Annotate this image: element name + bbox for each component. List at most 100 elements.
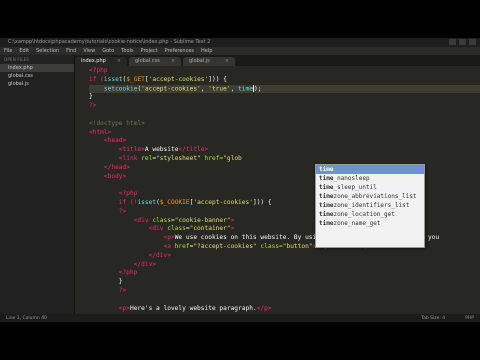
autocomplete-item[interactable]: timezone_identifiers_list <box>316 201 424 210</box>
code-token: A website <box>144 146 179 154</box>
code-line: </div> <box>89 252 480 261</box>
code-token: <a <box>89 242 175 250</box>
tab-close-icon[interactable]: × <box>117 57 121 66</box>
menu-project[interactable]: Project <box>141 47 158 55</box>
code-token: 'true' <box>208 85 231 93</box>
code-token: , <box>230 85 239 93</box>
code-line: <?php <box>89 67 480 76</box>
menu-edit[interactable]: Edit <box>19 47 29 55</box>
code-token: ); <box>253 85 262 93</box>
autocomplete-item[interactable]: timezone_abbreviations_list <box>316 192 424 201</box>
autocomplete-item[interactable]: time_nanosleep <box>316 174 424 183</box>
minimize-button[interactable] <box>449 39 456 45</box>
menu-help[interactable]: Help <box>201 47 212 55</box>
code-token: ])) { <box>208 75 227 83</box>
code-token: $_COOKIE <box>159 198 190 206</box>
video-letterbox-top <box>0 0 480 38</box>
sidebar: OPEN FILES index.php global.css global.j… <box>0 55 75 314</box>
code-token: if ( <box>89 75 104 83</box>
code-token: href= <box>200 154 224 162</box>
code-token: "cookie-banner" <box>174 216 231 224</box>
code-token: </p> <box>256 304 272 312</box>
code-line-current: setcookie('accept-cookies', 'true', time… <box>89 84 480 94</box>
code-token: if (! <box>89 198 138 206</box>
window-title: C:\xampp\htdocs\phpacademy\tutorials\coo… <box>8 39 211 45</box>
code-token: <div <box>89 216 153 224</box>
code-token: 'accept-cookies' <box>193 198 253 206</box>
code-token: Here's a lovely website paragraph. <box>129 304 257 312</box>
sidebar-file-global-css[interactable]: global.css <box>0 72 74 80</box>
autocomplete-item[interactable]: time <box>316 165 424 174</box>
code-token: class= <box>256 242 283 250</box>
code-token: "glob <box>223 154 242 162</box>
code-token: <?php <box>89 67 108 74</box>
menu-preferences[interactable]: Preferences <box>165 47 194 55</box>
menu-tools[interactable]: Tools <box>121 47 133 55</box>
tab-global-css[interactable]: global.css × <box>129 57 181 66</box>
code-line: <title>A website</title> <box>89 146 480 155</box>
code-token: > <box>230 225 235 233</box>
title-bar: C:\xampp\htdocs\phpacademy\tutorials\coo… <box>0 38 480 47</box>
code-token: setcookie <box>103 85 138 93</box>
code-line: ?> <box>89 287 480 296</box>
autocomplete-popup[interactable]: time time_nanosleep time_sleep_until tim… <box>315 164 425 248</box>
code-token: <?php <box>89 190 138 198</box>
menu-file[interactable]: File <box>4 47 12 55</box>
close-button[interactable] <box>469 39 476 45</box>
tab-label: global.js <box>189 58 210 64</box>
tab-label: global.css <box>135 58 160 64</box>
code-line: </div> <box>89 261 480 270</box>
code-token: ?> <box>89 207 127 215</box>
code-line: ?> <box>89 102 480 111</box>
cursor-position: Line 3, Column 40 <box>6 315 47 321</box>
tab-bar: index.php × global.css × global.js × <box>75 55 480 66</box>
code-token: href <box>174 242 190 250</box>
code-token: ?> <box>89 102 97 110</box>
sidebar-file-global-js[interactable]: global.js <box>0 80 74 88</box>
code-token: 'accept-cookies' <box>141 85 201 93</box>
menu-selection[interactable]: Selection <box>36 47 59 55</box>
menu-bar: File Edit Selection Find View Goto Tools… <box>0 47 480 55</box>
code-line: } <box>89 278 480 287</box>
code-token: <p> <box>89 304 130 312</box>
code-token: } <box>89 93 93 101</box>
sidebar-file-index[interactable]: index.php <box>0 64 74 72</box>
code-token: </title> <box>178 146 209 154</box>
code-token: "stylesheet" <box>156 154 201 162</box>
menu-view[interactable]: View <box>83 47 95 55</box>
code-token: ])) { <box>252 198 272 206</box>
status-bar: Line 3, Column 40 Tab Size: 4 PHP <box>0 314 480 322</box>
tab-close-icon[interactable]: × <box>171 57 175 66</box>
code-token: </div> <box>89 260 157 268</box>
menu-find[interactable]: Find <box>66 47 76 55</box>
code-token: time <box>238 85 253 93</box>
window-controls <box>449 39 476 45</box>
code-token: <head> <box>89 137 127 145</box>
tab-index-php[interactable]: index.php × <box>75 57 127 66</box>
code-line: <head> <box>89 137 480 146</box>
code-token: "button" <box>282 242 313 250</box>
tab-label: index.php <box>81 58 106 64</box>
code-token: > <box>230 216 235 224</box>
code-editor[interactable]: <?php if (isset($_GET['accept-cookies'])… <box>75 66 480 314</box>
syntax-indicator[interactable]: PHP <box>465 316 474 321</box>
code-token: class <box>152 216 171 224</box>
tab-global-js[interactable]: global.js × <box>183 57 235 66</box>
code-line: <p>Here's a lovely website paragraph.</p… <box>89 305 480 314</box>
maximize-button[interactable] <box>459 39 466 45</box>
tab-close-icon[interactable]: × <box>225 57 229 66</box>
autocomplete-item[interactable]: time_sleep_until <box>316 183 424 192</box>
autocomplete-item[interactable]: timezone_name_get <box>316 219 424 228</box>
sublime-text-window: C:\xampp\htdocs\phpacademy\tutorials\coo… <box>0 38 480 322</box>
code-token: </div> <box>89 251 171 259</box>
tab-size-indicator[interactable]: Tab Size: 4 <box>421 316 445 321</box>
code-token: <!doctype html> <box>89 119 145 127</box>
video-letterbox-bottom <box>0 322 480 360</box>
code-token: "?accept-cookies" <box>193 242 257 250</box>
menu-goto[interactable]: Goto <box>102 47 114 55</box>
autocomplete-item[interactable]: timezone_location_get <box>316 210 424 219</box>
code-line: <link rel="stylesheet" href="glob <box>89 155 480 164</box>
